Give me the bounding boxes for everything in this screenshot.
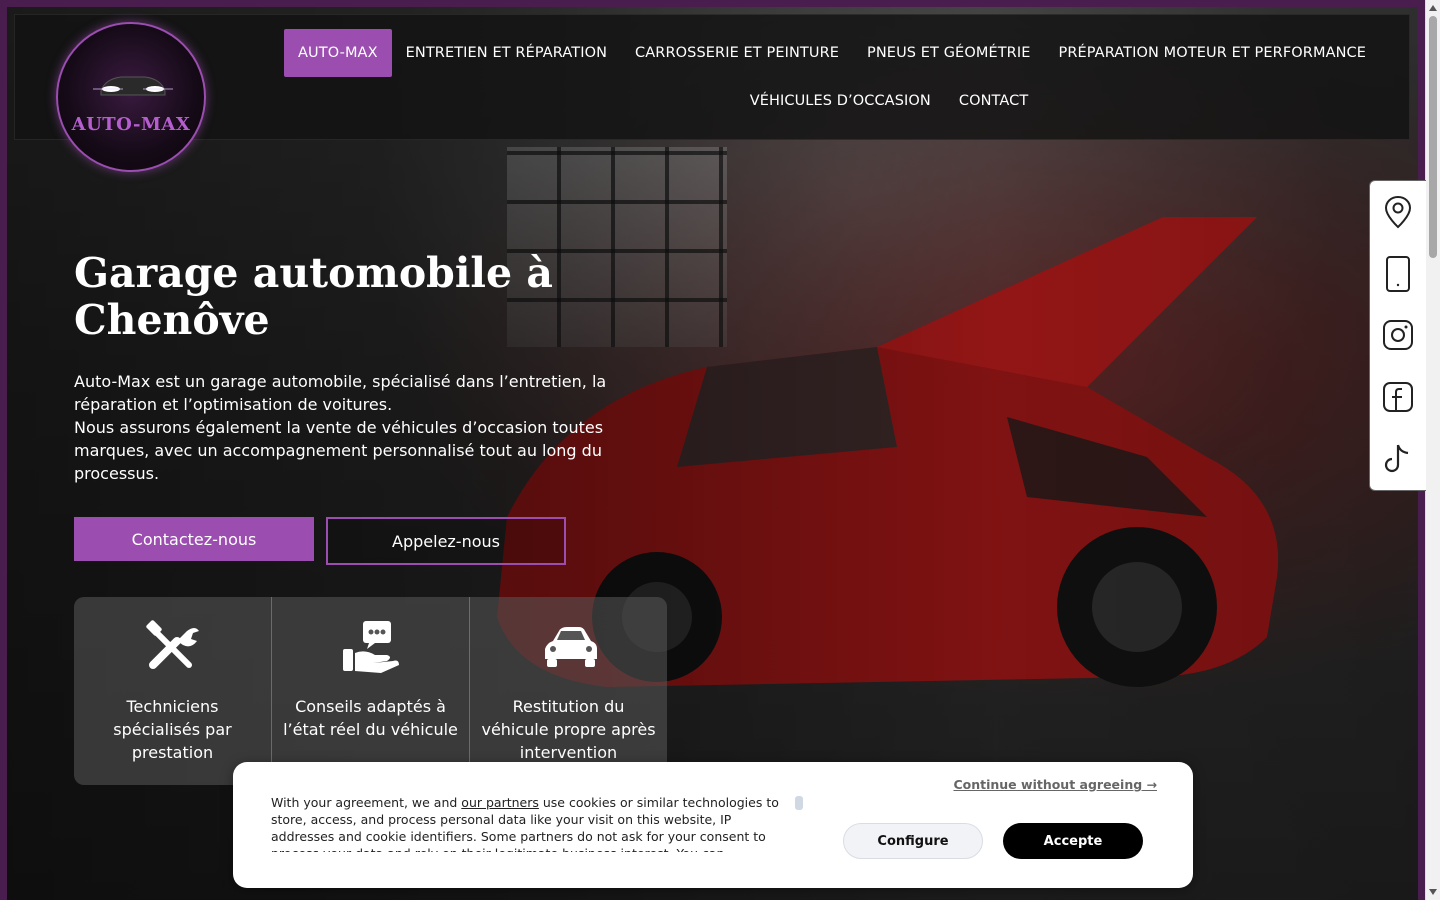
phone-icon[interactable] [1382,255,1414,292]
car-icon [544,627,597,667]
scroll-down-arrow-icon[interactable] [1429,889,1437,895]
hero-paragraph-1: Auto-Max est un garage automobile, spéci… [74,372,607,414]
nav-item-auto-max[interactable]: AUTO-MAX [284,29,392,77]
hero-description: Auto-Max est un garage automobile, spéci… [74,370,634,485]
call-button[interactable]: Appelez-nous [326,517,566,565]
configure-button[interactable]: Configure [843,823,983,859]
feature-label: Conseils adaptés à l’état réel du véhicu… [283,697,458,739]
logo-car-icon [93,76,173,96]
nav-item-pneus-geometrie[interactable]: PNEUS ET GÉOMÉTRIE [853,29,1044,77]
our-partners-link[interactable]: our partners [461,795,539,810]
scroll-thumb[interactable] [1429,16,1437,258]
continue-without-agreeing-link[interactable]: Continue without agreeing → [953,777,1157,792]
feature-item: Techniciens spécialisés par prestation [74,597,272,785]
tiktok-icon[interactable] [1382,441,1414,477]
page-scrollbar[interactable] [1425,0,1440,900]
feature-item: Restitution du véhicule propre après int… [470,597,667,785]
logo-text: AUTO-MAX [71,114,191,135]
scroll-up-arrow-icon[interactable] [1429,5,1437,11]
nav-item-entretien-reparation[interactable]: ENTRETIEN ET RÉPARATION [392,29,621,77]
features-panel: Techniciens spécialisés par prestation C… [74,597,667,785]
tools-icon [145,620,199,669]
feature-item: Conseils adaptés à l’état réel du véhicu… [272,597,470,785]
nav-item-contact[interactable]: CONTACT [945,77,1042,125]
map-pin-icon[interactable] [1382,194,1414,230]
cookie-text-start: With your agreement, we and [271,795,462,810]
main-navigation: AUTO-MAX ENTRETIEN ET RÉPARATION CARROSS… [284,29,1374,125]
nav-item-carrosserie-peinture[interactable]: CARROSSERIE ET PEINTURE [621,29,853,77]
nav-item-vehicules-occasion[interactable]: VÉHICULES D’OCCASION [736,77,945,125]
cookie-consent-banner: Continue without agreeing → With your ag… [233,762,1193,888]
nav-item-preparation-moteur[interactable]: PRÉPARATION MOTEUR ET PERFORMANCE [1044,29,1380,77]
contact-button[interactable]: Contactez-nous [74,517,314,561]
cookie-consent-text: With your agreement, we and our partners… [271,794,791,852]
feature-label: Techniciens spécialisés par prestation [113,697,232,762]
accept-button[interactable]: Accepte [1003,823,1143,859]
advice-hand-icon [342,621,399,673]
hero-title-line2: Chenôve [74,296,270,344]
facebook-icon[interactable] [1382,379,1414,415]
cookie-text-scrollbar[interactable] [795,796,803,810]
hero-paragraph-2: Nous assurons également la vente de véhi… [74,418,604,483]
site-logo[interactable]: AUTO-MAX [56,22,206,172]
instagram-icon[interactable] [1382,317,1414,353]
hero-title: Garage automobile à Chenôve [74,250,634,344]
social-sidebar [1369,180,1426,491]
feature-label: Restitution du véhicule propre après int… [481,697,656,762]
hero-title-line1: Garage automobile à [74,249,553,297]
